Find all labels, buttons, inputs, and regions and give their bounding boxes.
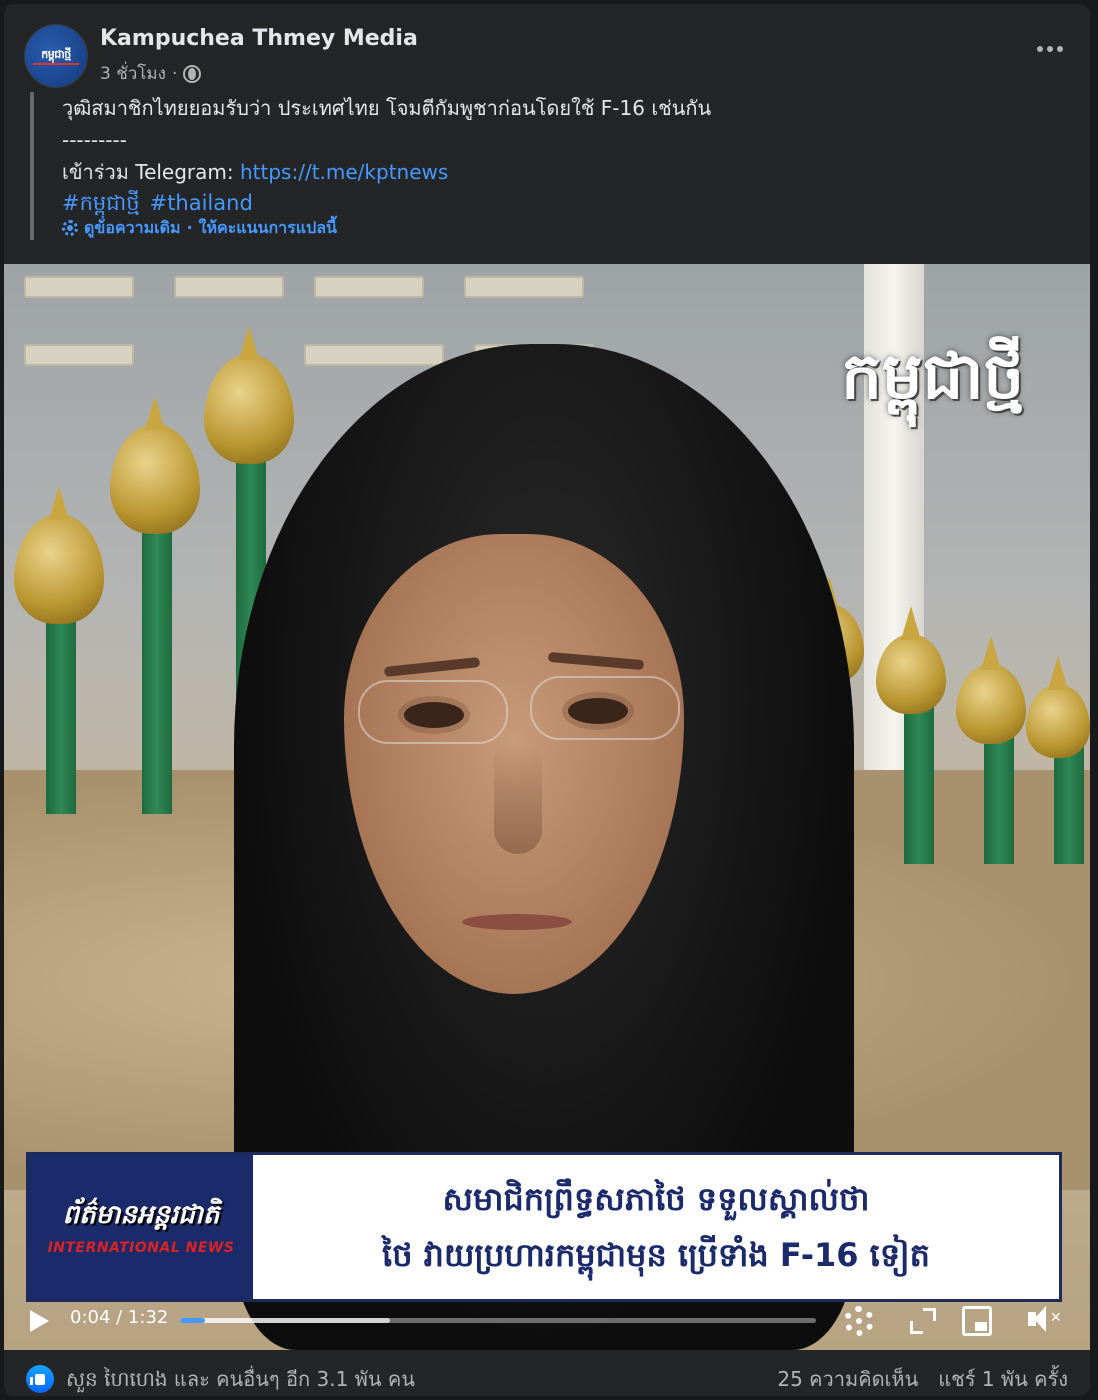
nose: [494, 744, 542, 854]
news-lower-third: ព័ត៌មានអន្តរជាតិ INTERNATIONAL NEWS សមាជ…: [26, 1152, 1062, 1302]
lower-third-brand-title: ព័ត៌មានអន្តរជាតិ: [62, 1200, 220, 1230]
settings-gear-icon[interactable]: [844, 1306, 874, 1336]
lower-third-brand-subtitle: INTERNATIONAL NEWS: [47, 1240, 235, 1256]
eyebrow: [547, 651, 645, 671]
see-original-link[interactable]: ดูข้อความเดิม: [84, 218, 181, 238]
reactions-summary[interactable]: សួន ហៃហេង และ คนอื่นๆ อีก 3.1 พัน คน: [66, 1363, 415, 1396]
avatar-bar: [33, 63, 79, 65]
meta-separator: ·: [171, 63, 178, 84]
fullscreen-icon[interactable]: [908, 1306, 938, 1336]
picture-in-picture-icon[interactable]: [962, 1306, 992, 1336]
rate-translation-link[interactable]: ให้คะแนนการแปลนี้: [199, 218, 337, 238]
hashtag-row: #កម្ពុជាថ្មី #thailand: [62, 188, 930, 218]
more-dot: [1057, 46, 1063, 52]
video-controls: 0:04 / 1:32 ✕: [4, 1294, 1090, 1350]
comments-count[interactable]: 25 ความคิดเห็น: [777, 1363, 918, 1395]
wall-vent: [314, 276, 424, 298]
mute-x-mark: ✕: [1050, 1310, 1062, 1326]
headline-line-1: សមាជិកព្រឹទ្ធសភាថៃ ទទួលស្គាល់ថា: [442, 1180, 870, 1218]
globe-icon: [183, 64, 202, 83]
translate-gear-icon[interactable]: [62, 220, 78, 236]
more-options-button[interactable]: [1030, 34, 1070, 64]
translation-row: ดูข้อความเดิม · ให้คะแนนการแปลนี้: [62, 218, 930, 238]
fence-finial: [14, 514, 104, 624]
headline-line-2: ថៃ វាយប្រហារកម្ពុជាមុន ប្រើទាំង F-16 ទៀត: [382, 1236, 930, 1274]
engagement-counts: 25 ความคิดเห็น แชร์ 1 พัน ครั้ง: [777, 1363, 1068, 1395]
fence-post: [46, 604, 76, 814]
wall-vent: [24, 276, 134, 298]
lower-third-headline: សមាជិកព្រឹទ្ធសភាថៃ ទទួលស្គាល់ថា ថៃ វាយប្…: [253, 1155, 1059, 1299]
wall-vent: [24, 344, 134, 366]
wall-vent: [464, 276, 584, 298]
page-avatar[interactable]: កម្ពុជាថ្មី: [24, 24, 88, 88]
lower-third-brand: ព័ត៌មានអន្តរជាតិ INTERNATIONAL NEWS: [29, 1155, 253, 1299]
post-footer: សួន ហៃហេង และ คนอื่นๆ อีก 3.1 พัน คน 25 …: [26, 1362, 1068, 1396]
hashtag-thailand[interactable]: #thailand: [150, 188, 253, 218]
fence-finial: [110, 424, 200, 534]
hashtag-kampuchea-thmey[interactable]: #កម្ពុជាថ្មី: [62, 188, 140, 218]
shares-count[interactable]: แชร์ 1 พัน ครั้ง: [938, 1363, 1068, 1395]
video-progress-bar[interactable]: [180, 1318, 816, 1323]
post-time[interactable]: 3 ชั่วโมง: [100, 60, 166, 87]
fence-finial: [876, 634, 946, 714]
like-reaction-icon[interactable]: [26, 1365, 54, 1393]
channel-watermark: កម្ពុជាថ្មី: [841, 339, 1024, 414]
facebook-post: កម្ពុជាថ្មី Kampuchea Thmey Media 3 ชั่ว…: [4, 4, 1090, 1396]
progress-buffer: [180, 1318, 390, 1323]
fence-post: [142, 514, 172, 814]
post-text-line: วุฒิสมาชิกไทยยอมรับว่า ประเทศไทย โจมตีกั…: [62, 96, 712, 120]
post-header: កម្ពុជាថ្មី Kampuchea Thmey Media 3 ชั่ว…: [24, 20, 1070, 90]
wall-vent: [174, 276, 284, 298]
post-text: วุฒิสมาชิกไทยยอมรับว่า ประเทศไทย โจมตีกั…: [30, 92, 930, 240]
telegram-link[interactable]: https://t.me/kptnews: [240, 160, 448, 184]
avatar-logo-text: កម្ពុជាថ្មី: [41, 48, 71, 61]
post-meta: 3 ชั่วโมง ·: [100, 60, 202, 87]
mute-icon[interactable]: ✕: [1028, 1306, 1062, 1336]
progress-fill: [180, 1318, 206, 1323]
more-horizontal-icon: [1037, 46, 1043, 52]
mouth: [462, 914, 572, 930]
glasses-lens: [530, 676, 680, 740]
video-player[interactable]: កម្ពុជាថ្មី ព័ត៌មានអន្តរជាតិ INTERNATION…: [4, 264, 1090, 1350]
fence-finial: [956, 664, 1026, 744]
translate-separator: ·: [186, 218, 193, 237]
page-name-link[interactable]: Kampuchea Thmey Media: [100, 26, 418, 51]
post-text-divider: ---------: [62, 128, 127, 152]
video-time: 0:04 / 1:32: [70, 1307, 169, 1328]
play-icon[interactable]: [30, 1310, 49, 1332]
telegram-line: เข้าร่วม Telegram: https://t.me/kptnews: [62, 156, 930, 188]
fence-finial: [1026, 684, 1090, 758]
more-dot: [1047, 46, 1053, 52]
glasses-lens: [358, 680, 508, 744]
eyebrow: [383, 657, 481, 677]
telegram-label: เข้าร่วม Telegram:: [62, 160, 240, 184]
thumbs-up-icon: [30, 1373, 45, 1385]
